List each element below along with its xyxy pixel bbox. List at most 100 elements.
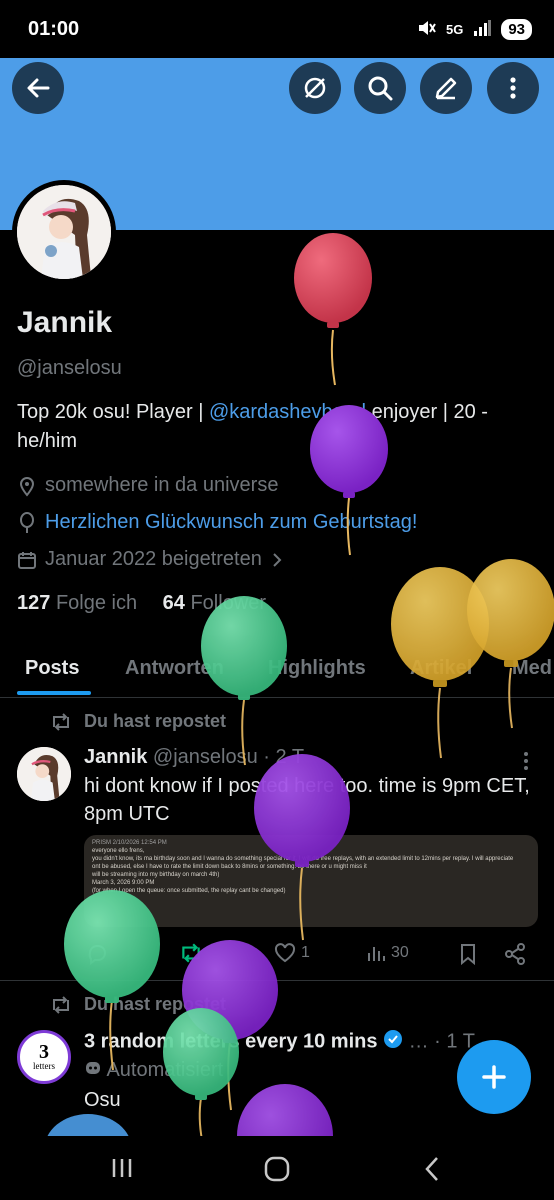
- back-arrow-icon: [27, 78, 50, 98]
- repost-indicator: Du hast repostet: [50, 711, 226, 732]
- post-attachment-image[interactable]: PRISM 2/10/2026 12:54 PM everyone ello f…: [84, 835, 538, 927]
- heart-icon: [274, 943, 296, 963]
- post-header: Jannik @janselosu · 2 T: [84, 746, 304, 769]
- profile-birthday: Herzlichen Glückwunsch zum Geburtstag!: [17, 511, 417, 534]
- bookmark-icon: [461, 944, 475, 965]
- repost-label: Du hast repostet: [84, 994, 227, 1014]
- grok-icon: [304, 77, 326, 99]
- tab-highlights[interactable]: Highlights: [268, 657, 366, 680]
- signal-icon: [473, 19, 492, 39]
- search-icon: [368, 76, 393, 101]
- repost-icon: [53, 995, 69, 1014]
- like-button[interactable]: 1: [274, 943, 310, 963]
- bio-mention-link[interactable]: @kardashevband: [209, 401, 366, 423]
- balloon-yellow: [467, 559, 554, 729]
- bot-icon: [84, 1059, 106, 1081]
- repost-indicator: Du hast repostet: [50, 994, 226, 1015]
- status-time: 01:00: [28, 17, 80, 40]
- like-count: 1: [301, 944, 310, 961]
- followers-link[interactable]: 64 Follower: [163, 592, 266, 614]
- avatar-picture: [17, 185, 111, 279]
- search-button[interactable]: [354, 62, 406, 114]
- reply-button[interactable]: [86, 943, 108, 965]
- avatar-number: 3: [39, 1041, 49, 1063]
- edit-icon: [435, 77, 457, 100]
- post-author[interactable]: Jannik: [84, 746, 147, 768]
- attachment-line: will be streaming into my birthday on ma…: [92, 872, 220, 878]
- post-time: · 2 T: [263, 746, 305, 768]
- followers-count: 64: [162, 592, 185, 614]
- home-button[interactable]: [264, 1156, 290, 1187]
- profile-handle: @janselosu: [17, 357, 122, 379]
- battery-indicator: 93: [501, 18, 532, 40]
- profile-avatar[interactable]: [12, 180, 116, 284]
- recents-icon: [112, 1159, 132, 1177]
- more-button[interactable]: [487, 62, 539, 114]
- post-header: 3 random letters every 10 mins … · 1 T: [84, 1029, 475, 1055]
- mute-icon: [416, 18, 436, 41]
- tab-articles[interactable]: Artikel: [410, 657, 472, 680]
- birthday-text[interactable]: Herzlichen Glückwunsch zum Geburtstag!: [45, 511, 417, 534]
- balloon-icon: [20, 511, 34, 533]
- nav-back-button[interactable]: [422, 1156, 442, 1187]
- network-label: 5G: [445, 21, 464, 37]
- share-button[interactable]: [504, 943, 526, 965]
- bio-text: Top 20k osu! Player |: [17, 401, 209, 423]
- post-divider: [0, 980, 554, 981]
- home-icon: [264, 1156, 290, 1182]
- post-actions: 1 30: [84, 937, 534, 971]
- attachment-line: March 3, 2026 9:00 PM: [92, 880, 155, 886]
- post-avatar[interactable]: 3 letters: [17, 1030, 71, 1084]
- automated-label: Automatisiert: [84, 1058, 223, 1082]
- repost-label: Du hast repostet: [84, 711, 227, 731]
- balloon-red: [294, 233, 372, 386]
- following-link[interactable]: 127 Folge ich: [17, 592, 137, 614]
- attachment-header: PRISM 2/10/2026 12:54 PM: [92, 840, 167, 846]
- avatar-picture: [17, 747, 71, 801]
- more-icon: [510, 77, 516, 99]
- back-button[interactable]: [12, 62, 64, 114]
- post-text: hi dont know if I posted here too. time …: [84, 775, 530, 825]
- location-icon: [19, 476, 35, 497]
- views-count: 30: [391, 944, 409, 961]
- share-icon: [505, 943, 525, 965]
- avatar-label: letters: [33, 1061, 55, 1071]
- joined-text: Januar 2022 beigetreten: [45, 548, 262, 570]
- chevron-right-icon: [273, 552, 282, 567]
- profile-location: somewhere in da universe: [17, 474, 278, 497]
- plus-icon: [482, 1065, 506, 1089]
- tab-posts[interactable]: Posts: [25, 657, 79, 680]
- attachment-line: everyone ello frens,: [92, 848, 145, 854]
- compose-button[interactable]: [457, 1040, 531, 1114]
- attachment-line: ont be abused, else I have to rate the l…: [92, 864, 367, 870]
- post-avatar[interactable]: [17, 747, 71, 801]
- tab-media[interactable]: Med: [512, 657, 552, 680]
- views-icon: [368, 947, 385, 961]
- calendar-icon: [18, 551, 36, 569]
- profile-name: Jannik: [17, 306, 113, 339]
- bookmark-button[interactable]: [459, 943, 477, 965]
- repost-icon: [53, 712, 69, 731]
- status-bar: 01:00 5G 93: [0, 0, 554, 58]
- profile-tabs: Posts Antworten Highlights Artikel Med: [0, 645, 554, 698]
- repost-button[interactable]: [179, 943, 203, 963]
- repost-icon: [182, 943, 200, 963]
- edit-button[interactable]: [420, 62, 472, 114]
- more-vertical-icon: [524, 752, 528, 770]
- grok-button[interactable]: [289, 62, 341, 114]
- reply-icon: [88, 945, 106, 965]
- post-handle: @janselosu: [152, 746, 258, 768]
- tab-replies[interactable]: Antworten: [125, 657, 224, 680]
- views-button[interactable]: 30: [366, 943, 409, 963]
- verified-badge-icon: [383, 1029, 403, 1055]
- attachment-line: (for when I open the queue: once submitt…: [92, 888, 286, 894]
- following-label: Folge ich: [55, 592, 138, 614]
- nav-back-icon: [425, 1157, 438, 1181]
- profile-joined[interactable]: Januar 2022 beigetreten: [17, 548, 284, 571]
- system-navigation-bar: [0, 1136, 554, 1200]
- profile-bio: Top 20k osu! Player | @kardashevband enj…: [17, 398, 542, 456]
- post-author[interactable]: 3 random letters every 10 mins: [84, 1030, 377, 1052]
- location-text: somewhere in da universe: [45, 474, 279, 496]
- recents-button[interactable]: [110, 1156, 134, 1185]
- follow-stats: 127 Folge ich 64 Follower: [17, 592, 266, 615]
